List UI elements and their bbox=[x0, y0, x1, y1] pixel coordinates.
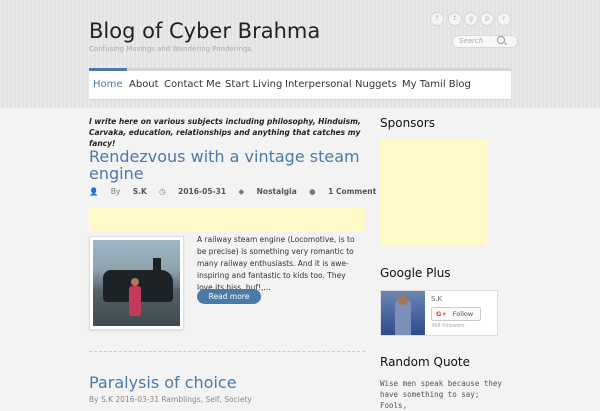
author-icon: 👤 bbox=[89, 187, 99, 196]
search-input[interactable]: Search bbox=[452, 35, 518, 48]
nav-item-home[interactable]: Home bbox=[89, 68, 127, 99]
post-divider bbox=[89, 351, 365, 353]
pinterest-icon[interactable]: p bbox=[480, 12, 494, 26]
clock-icon: ◷ bbox=[159, 187, 166, 196]
nav-item-contact-me[interactable]: Contact Me bbox=[164, 71, 221, 99]
post-author[interactable]: S.K bbox=[133, 187, 147, 196]
post-title[interactable]: Paralysis of choice bbox=[89, 374, 374, 391]
nav-item-my-tamil-blog[interactable]: My Tamil Blog bbox=[402, 71, 471, 99]
random-quote-text: Wise men speak because they have somethi… bbox=[380, 379, 502, 410]
intro-text: I write here on various subjects includi… bbox=[89, 117, 361, 148]
tag-icon: ◆ bbox=[238, 187, 245, 196]
twitter-icon[interactable]: t bbox=[448, 12, 462, 26]
post-title[interactable]: Rendezvous with a vintage steam engine bbox=[89, 148, 374, 182]
sponsors-heading: Sponsors bbox=[380, 116, 435, 130]
rss-icon[interactable]: r bbox=[497, 12, 511, 26]
post-date: 2016-05-31 bbox=[178, 187, 227, 196]
facebook-icon[interactable]: f bbox=[430, 12, 444, 26]
avatar[interactable] bbox=[381, 291, 425, 335]
follower-count: 368 followers bbox=[431, 323, 465, 329]
sponsor-ad[interactable] bbox=[380, 139, 487, 245]
search-icon[interactable] bbox=[497, 36, 505, 44]
site-title[interactable]: Blog of Cyber Brahma bbox=[89, 19, 320, 43]
google-plus-icon: G+ bbox=[436, 310, 447, 318]
random-quote-heading: Random Quote bbox=[380, 355, 470, 369]
google-plus-icon[interactable]: g bbox=[464, 12, 478, 26]
gplus-name[interactable]: S.K bbox=[431, 295, 442, 303]
site-tagline: Confusing Musings and Wandering Ponderin… bbox=[89, 45, 254, 53]
site-header: Blog of Cyber Brahma Confusing Musings a… bbox=[0, 0, 600, 108]
google-plus-badge: S.K G+ Follow 368 followers bbox=[380, 290, 498, 336]
nav-item-start-living[interactable]: Start Living bbox=[225, 71, 282, 99]
follow-button[interactable]: G+ Follow bbox=[431, 307, 481, 321]
post-category[interactable]: Nostalgia bbox=[257, 187, 297, 196]
nav-item-interpersonal[interactable]: Interpersonal bbox=[285, 71, 352, 99]
read-more-button[interactable]: Read more bbox=[197, 289, 261, 304]
post-comments[interactable]: 1 Comment bbox=[328, 187, 376, 196]
post-thumbnail[interactable] bbox=[89, 236, 184, 330]
main-nav: Home About Contact Me Start Living Inter… bbox=[89, 68, 511, 99]
post-meta: 👤 By S.K ◷ 2016-05-31 ◆ Nostalgia ● 1 Co… bbox=[89, 187, 377, 196]
comment-icon: ● bbox=[309, 187, 316, 196]
nav-item-nuggets[interactable]: Nuggets bbox=[355, 71, 397, 99]
google-plus-heading: Google Plus bbox=[380, 266, 451, 280]
post-excerpt: A railway steam engine (Locomotive, is t… bbox=[197, 235, 355, 292]
ad-banner[interactable] bbox=[89, 208, 365, 232]
nav-item-about[interactable]: About bbox=[129, 71, 159, 99]
